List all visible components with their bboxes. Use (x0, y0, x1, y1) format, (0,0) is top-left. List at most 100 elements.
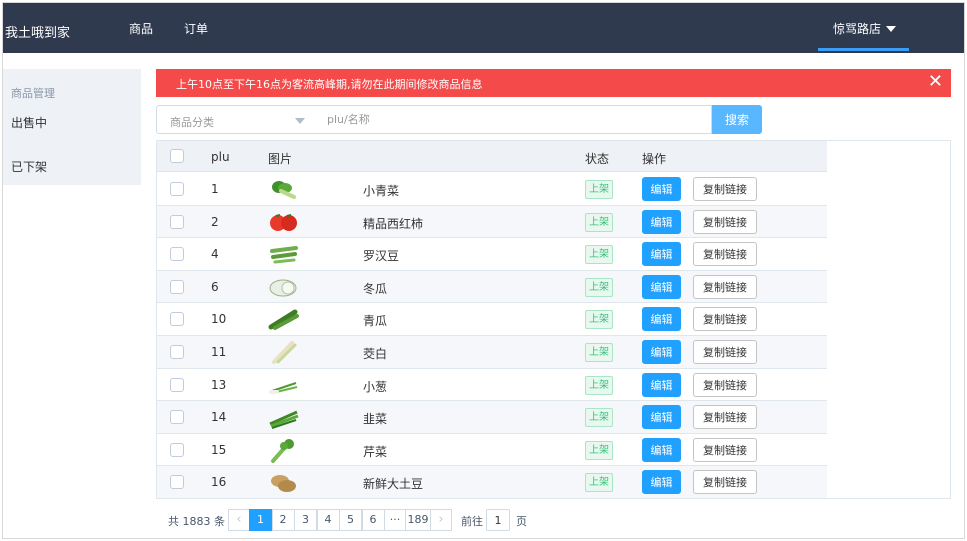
celery-icon (267, 437, 301, 463)
row-checkbox[interactable] (170, 279, 184, 294)
nav-orders[interactable]: 订单 (184, 20, 208, 37)
edit-button[interactable]: 编辑 (642, 372, 681, 397)
prev-page-button[interactable]: ‹ (228, 509, 250, 531)
row-plu: 16 (211, 475, 227, 490)
beans-icon (267, 241, 301, 267)
page-number-button[interactable]: 6 (361, 509, 385, 531)
nav-goods[interactable]: 商品 (129, 20, 153, 37)
copy-link-button[interactable]: 复制链接 (693, 242, 757, 267)
goto-page-input[interactable] (486, 509, 510, 531)
row-checkbox[interactable] (170, 214, 184, 229)
table-row: 15 芹菜 上架 编辑 复制链接 (157, 433, 827, 467)
copy-link-button[interactable]: 复制链接 (693, 209, 757, 234)
row-plu: 4 (211, 247, 219, 262)
chevron-down-icon (295, 118, 305, 124)
bok-choy-icon (267, 176, 301, 202)
row-checkbox[interactable] (170, 312, 184, 327)
edit-button[interactable]: 编辑 (642, 339, 681, 364)
edit-button[interactable]: 编辑 (642, 470, 681, 495)
potato-icon (267, 469, 301, 495)
copy-link-button[interactable]: 复制链接 (693, 339, 757, 364)
row-checkbox[interactable] (170, 344, 184, 359)
copy-link-button[interactable]: 复制链接 (693, 274, 757, 299)
table-header: plu 图片 状态 操作 (157, 141, 827, 172)
table-row: 13 小葱 上架 编辑 复制链接 (157, 368, 827, 402)
table-row: 16 新鲜大土豆 上架 编辑 复制链接 (157, 466, 827, 499)
page-number-button[interactable]: 1 (249, 509, 272, 531)
page-last[interactable]: 189 (405, 509, 431, 531)
row-plu: 11 (211, 344, 227, 359)
sidebar-item-on-sale[interactable]: 出售中 (11, 114, 47, 131)
caret-down-icon (886, 26, 897, 32)
column-header-actions: 操作 (642, 152, 667, 166)
page-number-button[interactable]: 3 (294, 509, 317, 531)
store-selector[interactable]: 惊骂路店 (833, 20, 897, 37)
copy-link-button[interactable]: 复制链接 (693, 470, 757, 495)
status-badge: 上架 (585, 180, 613, 199)
top-nav-bar: 我土哦到家 商品 订单 惊骂路店 (3, 3, 964, 53)
next-page-button[interactable]: › (430, 509, 452, 531)
sidebar-title: 商品管理 (11, 87, 55, 100)
peak-hours-alert: 上午10点至下午16点为客流高峰期,请勿在此期间修改商品信息 ✕ (156, 69, 951, 97)
row-plu: 10 (211, 312, 227, 327)
winter-melon-icon (267, 274, 301, 300)
copy-link-button[interactable]: 复制链接 (693, 437, 757, 462)
page-ellipsis[interactable]: ··· (384, 509, 406, 531)
category-placeholder: 商品分类 (170, 116, 214, 129)
edit-button[interactable]: 编辑 (642, 274, 681, 299)
search-button[interactable]: 搜索 (712, 105, 762, 134)
row-product-name: 精品西红柿 (363, 216, 424, 231)
category-select[interactable]: 商品分类 (156, 105, 315, 134)
status-badge: 上架 (585, 212, 613, 232)
table-row: 2 精品西红柿 上架 编辑 复制链接 (157, 205, 827, 239)
row-checkbox[interactable] (170, 247, 184, 262)
page-number-button[interactable]: 2 (271, 509, 295, 531)
store-name: 惊骂路店 (833, 22, 882, 36)
copy-link-button[interactable]: 复制链接 (693, 307, 757, 332)
copy-link-button[interactable]: 复制链接 (693, 177, 757, 201)
row-product-name: 青瓜 (363, 314, 388, 329)
copy-link-button[interactable]: 复制链接 (693, 405, 757, 430)
edit-button[interactable]: 编辑 (642, 242, 681, 267)
edit-button[interactable]: 编辑 (642, 307, 681, 332)
row-product-name: 新鲜大土豆 (363, 477, 424, 492)
status-badge: 上架 (585, 408, 613, 428)
row-product-name: 茭白 (363, 346, 388, 361)
page-number-button[interactable]: 4 (316, 509, 340, 531)
row-plu: 2 (211, 214, 219, 229)
row-plu: 6 (211, 279, 219, 294)
row-checkbox[interactable] (170, 182, 184, 196)
product-table: plu 图片 状态 操作 1 小青菜 上架 编辑 复制链接 2 精品西红柿 上架 编辑 复制链接 4… (156, 140, 951, 499)
page-number-button[interactable]: 5 (339, 509, 362, 531)
row-checkbox[interactable] (170, 442, 184, 457)
column-header-status: 状态 (585, 152, 610, 166)
alert-message: 上午10点至下午16点为客流高峰期,请勿在此期间修改商品信息 (176, 78, 483, 91)
select-all-checkbox[interactable] (170, 149, 184, 163)
table-body: 1 小青菜 上架 编辑 复制链接 2 精品西红柿 上架 编辑 复制链接 4 罗汉豆 上架 编辑 复制链接 6 冬… (157, 173, 827, 499)
goto-suffix: 页 (516, 515, 527, 528)
cucumber-icon (267, 306, 301, 332)
edit-button[interactable]: 编辑 (642, 405, 681, 430)
row-product-name: 冬瓜 (363, 281, 388, 296)
copy-link-button[interactable]: 复制链接 (693, 372, 757, 397)
sidebar-item-off-shelf[interactable]: 已下架 (11, 158, 47, 175)
search-input[interactable] (314, 105, 712, 134)
status-badge: 上架 (585, 473, 613, 493)
close-icon[interactable]: ✕ (928, 72, 943, 92)
status-badge: 上架 (585, 245, 613, 265)
status-badge: 上架 (585, 375, 613, 395)
row-plu: 15 (211, 442, 227, 457)
water-bamboo-icon (267, 339, 301, 365)
row-checkbox[interactable] (170, 377, 184, 392)
row-checkbox[interactable] (170, 475, 184, 490)
store-active-indicator (818, 48, 909, 51)
row-checkbox[interactable] (170, 410, 184, 425)
row-product-name: 芹菜 (363, 444, 388, 459)
row-product-name: 罗汉豆 (363, 249, 400, 264)
tomato-icon (267, 209, 301, 235)
edit-button[interactable]: 编辑 (642, 177, 681, 201)
row-product-name: 韭菜 (363, 412, 388, 427)
table-row: 11 茭白 上架 编辑 复制链接 (157, 335, 827, 369)
edit-button[interactable]: 编辑 (642, 437, 681, 462)
edit-button[interactable]: 编辑 (642, 209, 681, 234)
